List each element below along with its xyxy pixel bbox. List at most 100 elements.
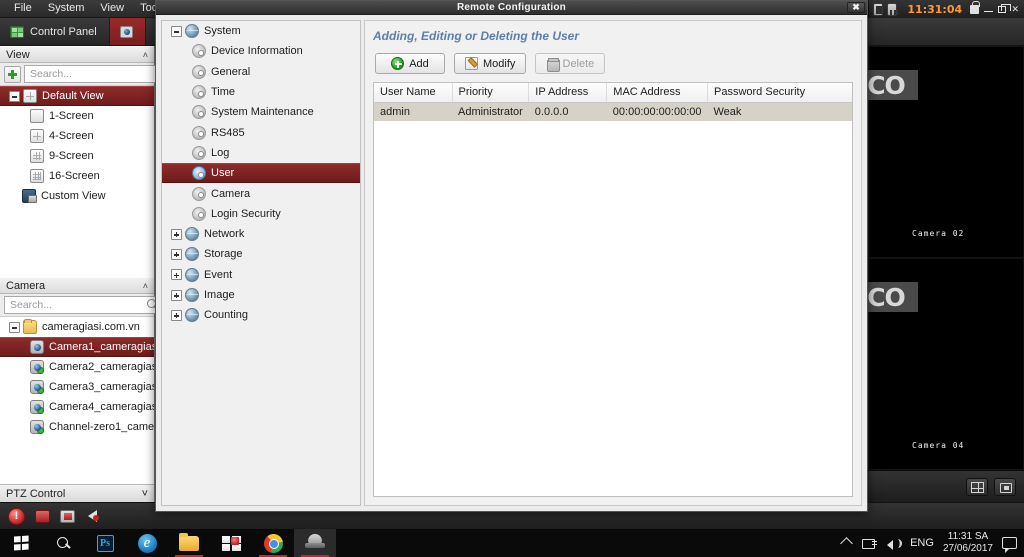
restore-icon[interactable] xyxy=(997,3,1006,16)
chrome-icon xyxy=(264,534,283,553)
config-item-network[interactable]: Network xyxy=(162,224,360,244)
dialog-title-bar[interactable]: Remote Configuration ✖ xyxy=(156,1,867,15)
tree-item-9-screen[interactable]: 9-Screen xyxy=(0,146,154,166)
collapse-expander-icon[interactable] xyxy=(9,322,20,333)
menu-item-view[interactable]: View xyxy=(92,0,132,17)
config-item-log[interactable]: Log xyxy=(162,143,360,163)
ptz-control-header[interactable]: PTZ Control ˅ xyxy=(0,484,154,502)
tree-item-camera4[interactable]: Camera4_cameragiasi.... xyxy=(0,397,154,417)
alarm-picture-icon[interactable] xyxy=(60,510,75,523)
config-item-rs485[interactable]: RS485 xyxy=(162,122,360,142)
expand-expander-icon[interactable] xyxy=(171,310,182,321)
menu-item-file[interactable]: File xyxy=(6,0,40,17)
camera-search-box[interactable] xyxy=(4,296,162,314)
config-item-time[interactable]: Time xyxy=(162,82,360,102)
config-item-event[interactable]: Event xyxy=(162,265,360,285)
add-view-button[interactable] xyxy=(4,66,21,83)
action-center-icon[interactable] xyxy=(1002,537,1017,549)
globe-icon xyxy=(185,24,199,38)
cell-ip-address: 0.0.0.0 xyxy=(529,102,607,121)
fullscreen-icon[interactable] xyxy=(994,478,1016,496)
column-password-security[interactable]: Password Security xyxy=(708,83,853,102)
globe-icon xyxy=(185,227,199,241)
chevron-up-icon[interactable]: ˄ xyxy=(143,281,148,291)
collapse-expander-icon[interactable] xyxy=(171,26,182,37)
expand-expander-icon[interactable] xyxy=(171,229,182,240)
config-item-general[interactable]: General xyxy=(162,62,360,82)
close-icon[interactable]: ✖ xyxy=(847,2,865,13)
chevron-down-icon[interactable]: ˅ xyxy=(142,488,148,500)
volume-icon[interactable] xyxy=(886,537,901,550)
clock[interactable]: 11:31 SA 27/06/2017 xyxy=(943,531,993,555)
column-user-name[interactable]: User Name xyxy=(374,83,452,102)
video-record-icon[interactable] xyxy=(887,3,897,16)
photoshop-button[interactable]: Ps xyxy=(84,529,126,557)
config-item-camera[interactable]: Camera xyxy=(162,183,360,203)
chevron-up-icon[interactable]: ˄ xyxy=(143,50,148,60)
column-mac-address[interactable]: MAC Address xyxy=(607,83,708,102)
tree-item-1-screen[interactable]: 1-Screen xyxy=(0,106,154,126)
start-button[interactable] xyxy=(0,529,42,557)
camera-icon xyxy=(30,400,44,414)
column-ip-address[interactable]: IP Address xyxy=(529,83,607,102)
tree-item-camera1[interactable]: Camera1_cameragiasi.... xyxy=(0,337,154,357)
close-icon[interactable]: ✕ xyxy=(1011,3,1020,16)
config-item-label: Event xyxy=(204,269,232,281)
alarm-event-icon[interactable] xyxy=(35,510,50,523)
internet-explorer-button[interactable] xyxy=(126,529,168,557)
collapse-expander-icon[interactable] xyxy=(9,91,20,102)
tab-main-view[interactable] xyxy=(110,18,146,45)
windows-taskbar: Ps ENG xyxy=(0,529,1024,557)
config-item-label: User xyxy=(211,167,234,179)
view-search-input[interactable] xyxy=(30,68,165,80)
config-item-device-information[interactable]: Device Information xyxy=(162,41,360,61)
ivms-button[interactable] xyxy=(294,529,336,557)
language-indicator[interactable]: ENG xyxy=(910,537,934,549)
expand-expander-icon[interactable] xyxy=(171,290,182,301)
video-cell-camera-02[interactable]: CO Camera 02 xyxy=(869,47,1023,257)
tree-item-device-group[interactable]: cameragiasi.com.vn xyxy=(0,317,154,337)
column-priority[interactable]: Priority xyxy=(452,83,529,102)
tree-item-4-screen[interactable]: 4-Screen xyxy=(0,126,154,146)
minimize-icon[interactable] xyxy=(984,3,993,16)
network-icon[interactable] xyxy=(862,537,877,549)
tree-item-camera2[interactable]: Camera2_cameragiasi.... xyxy=(0,357,154,377)
camera-panel-header[interactable]: Camera ˄ xyxy=(0,277,154,294)
menu-item-system[interactable]: System xyxy=(40,0,93,17)
config-item-counting[interactable]: Counting xyxy=(162,305,360,325)
config-item-system-maintenance[interactable]: System Maintenance xyxy=(162,102,360,122)
tree-item-custom-view[interactable]: Custom View xyxy=(0,186,154,206)
config-item-system[interactable]: System xyxy=(162,21,360,41)
expand-expander-icon[interactable] xyxy=(171,249,182,260)
app-button[interactable] xyxy=(210,529,252,557)
chrome-button[interactable] xyxy=(252,529,294,557)
tree-item-channel-zero1[interactable]: Channel-zero1_camera... xyxy=(0,417,154,437)
video-snapshot-icon[interactable] xyxy=(873,3,883,16)
config-item-login-security[interactable]: Login Security xyxy=(162,204,360,224)
cell-priority: Administrator xyxy=(452,102,529,121)
lock-icon[interactable] xyxy=(970,3,979,16)
table-row[interactable]: admin Administrator 0.0.0.0 00:00:00:00:… xyxy=(374,102,852,121)
delete-button[interactable]: Delete xyxy=(535,53,605,74)
expand-expander-icon[interactable] xyxy=(171,269,182,280)
monitor-1-icon xyxy=(30,109,44,123)
tree-item-camera3[interactable]: Camera3_cameragiasi.... xyxy=(0,377,154,397)
modify-button[interactable]: Modify xyxy=(454,53,526,74)
tree-item-default-view[interactable]: Default View xyxy=(0,86,154,106)
video-cell-camera-04[interactable]: CO Camera 04 xyxy=(869,259,1023,469)
config-item-image[interactable]: Image xyxy=(162,285,360,305)
tab-control-panel[interactable]: Control Panel xyxy=(0,18,110,45)
alarm-sound-icon[interactable] xyxy=(88,510,97,522)
layout-split-icon[interactable] xyxy=(966,478,988,496)
alarm-warning-icon[interactable] xyxy=(8,508,25,525)
file-explorer-button[interactable] xyxy=(168,529,210,557)
add-button[interactable]: Add xyxy=(375,53,445,74)
search-button[interactable] xyxy=(42,529,84,557)
camera-search-input[interactable] xyxy=(10,299,145,311)
tree-item-16-screen[interactable]: 16-Screen xyxy=(0,166,154,186)
config-item-storage[interactable]: Storage xyxy=(162,244,360,264)
cell-password-security: Weak xyxy=(708,102,853,121)
config-item-user[interactable]: User xyxy=(162,163,360,183)
show-hidden-icons-icon[interactable] xyxy=(840,537,853,550)
view-panel-header[interactable]: View ˄ xyxy=(0,46,154,63)
